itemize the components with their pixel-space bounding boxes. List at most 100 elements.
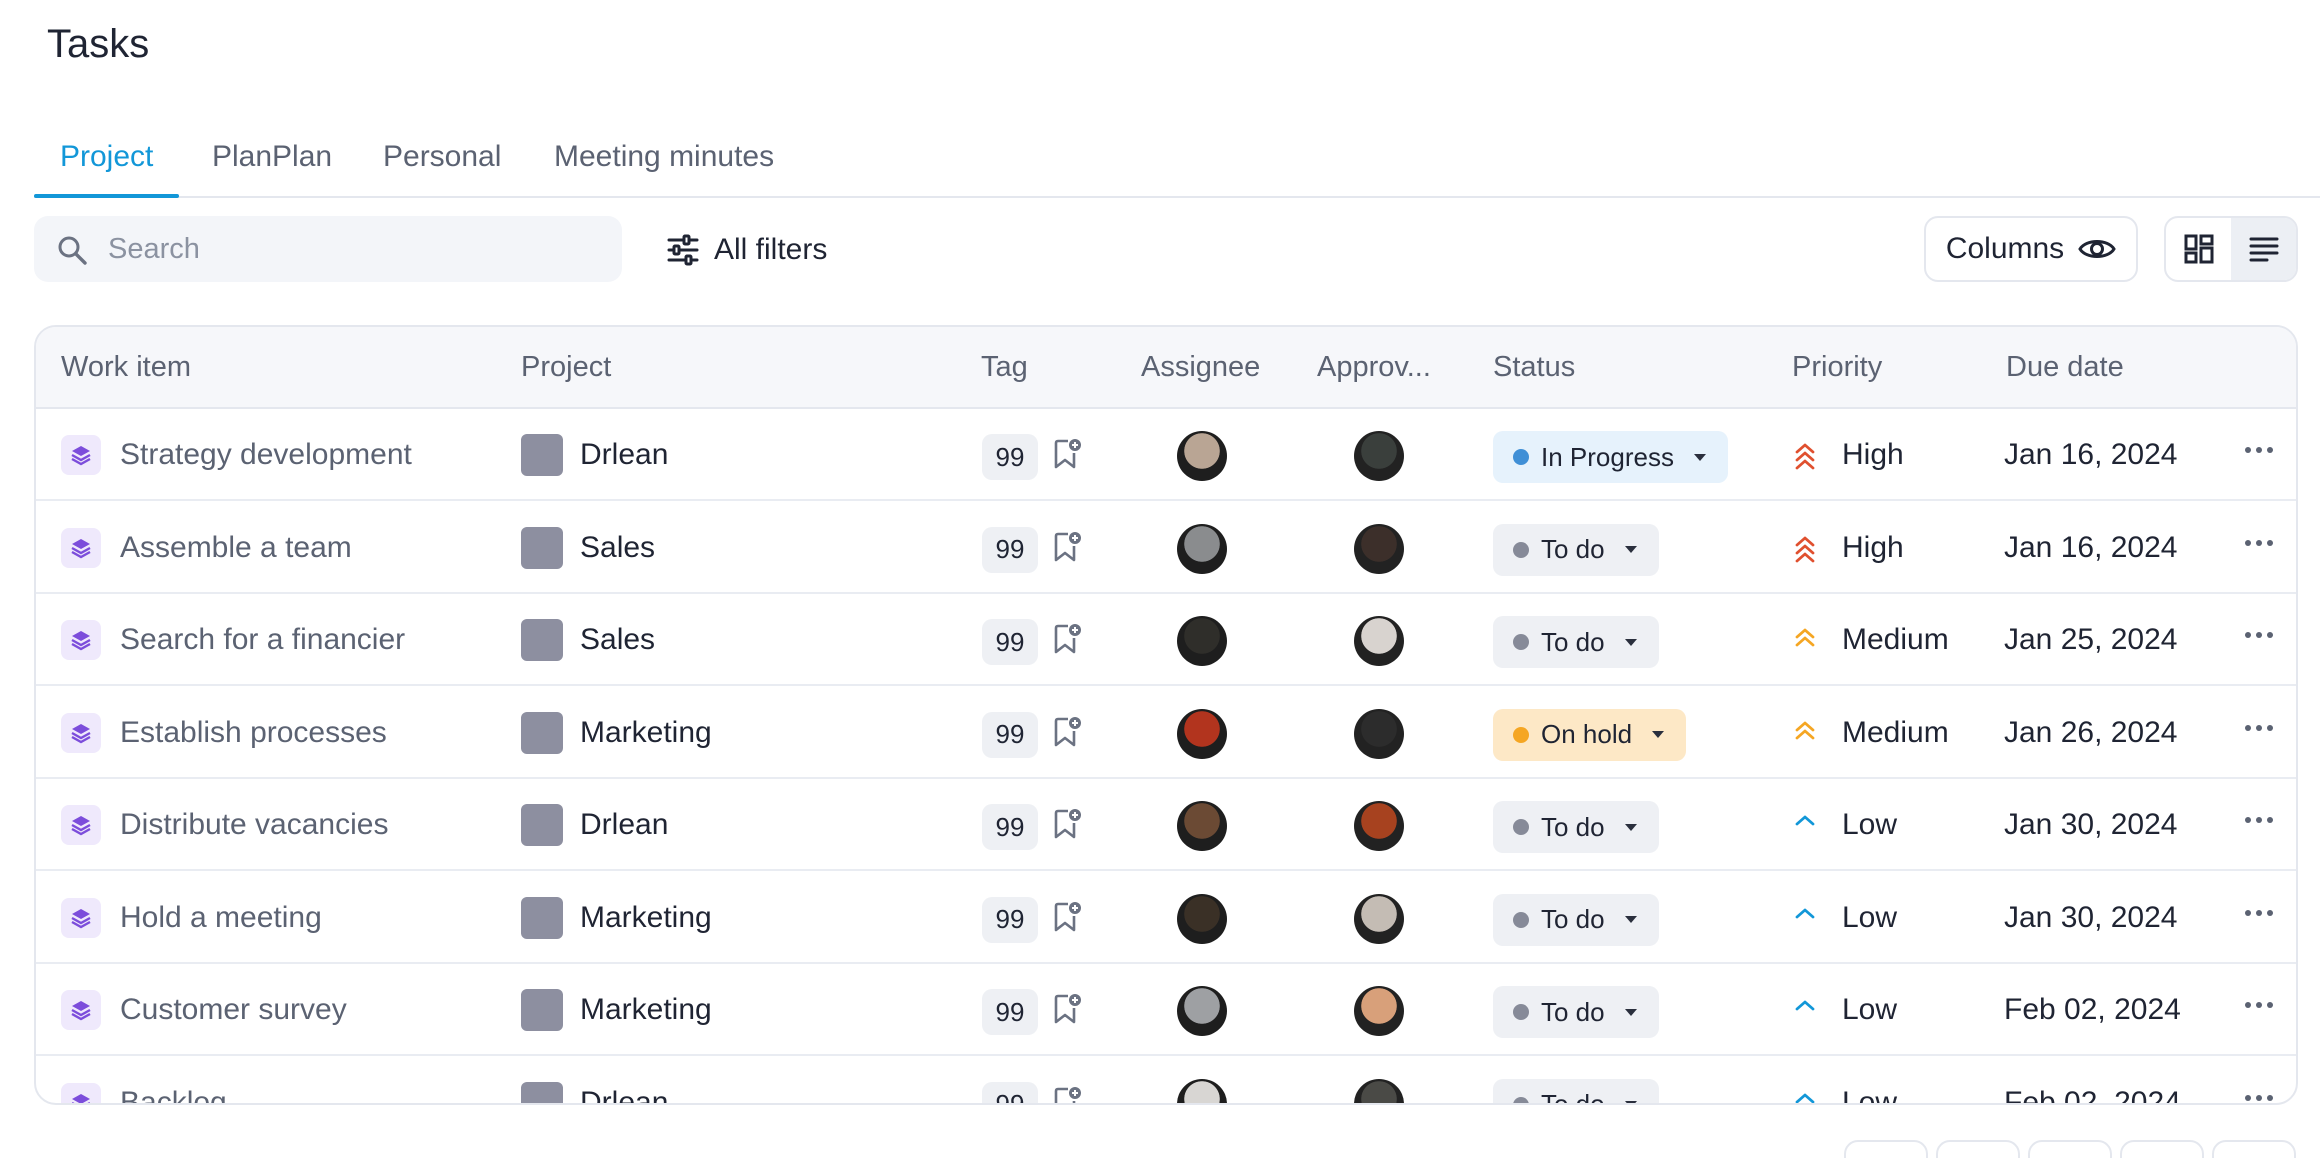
status-dropdown[interactable]: To do [1493,893,1659,946]
more-options-icon[interactable] [2244,998,2274,1016]
tag-count-badge[interactable]: 99 [982,896,1038,943]
col-tag[interactable]: Tag [981,351,1028,384]
add-tag-icon[interactable] [1052,900,1082,939]
pagination-next-button[interactable] [2212,1140,2296,1158]
table-row[interactable]: Assemble a team Sales 99 To do High Jan … [36,502,2296,594]
all-filters-button[interactable]: All filters [666,224,827,276]
status-dropdown[interactable]: To do [1493,801,1659,853]
tag-count-badge[interactable]: 99 [982,989,1038,1035]
more-options-icon[interactable] [2244,1091,2274,1104]
col-due-date[interactable]: Due date [2006,351,2124,384]
tab-project[interactable]: Project [33,140,180,198]
table-row[interactable]: Search for a financier Sales 99 To do Me… [36,594,2296,686]
add-tag-icon[interactable] [1052,715,1082,754]
status-dropdown[interactable]: To do [1493,616,1659,668]
add-tag-icon[interactable] [1052,807,1082,846]
tag-count-badge[interactable]: 99 [982,434,1038,480]
work-item-title[interactable]: Backlog [120,1057,227,1104]
approver-avatar[interactable] [1354,801,1404,851]
work-item-title[interactable]: Establish processes [120,687,387,779]
table-row[interactable]: Customer survey Marketing 99 To do Low F… [36,964,2296,1056]
work-item-title[interactable]: Search for a financier [120,594,405,686]
more-options-icon[interactable] [2244,813,2274,831]
due-date: Jan 16, 2024 [2004,438,2178,471]
status-dot [1513,911,1529,928]
caret-down-icon [1624,916,1637,923]
status-dropdown[interactable]: To do [1493,986,1659,1038]
list-view-button[interactable] [2231,218,2296,280]
more-options-icon[interactable] [2244,443,2274,461]
assignee-avatar[interactable] [1177,708,1227,759]
assignee-avatar[interactable] [1177,616,1227,666]
approver-avatar[interactable] [1354,708,1404,759]
more-options-icon[interactable] [2244,536,2274,554]
tag-count-badge[interactable]: 99 [982,619,1038,665]
tab-meeting-minutes[interactable]: Meeting minutes [554,140,774,196]
approver-avatar[interactable] [1354,893,1404,944]
add-tag-icon[interactable] [1052,1085,1082,1103]
table-row[interactable]: Distribute vacancies Drlean 99 To do Low… [36,779,2296,871]
approver-avatar[interactable] [1354,431,1404,481]
work-item-title[interactable]: Strategy development [120,409,412,501]
layers-icon [61,527,101,568]
search-input[interactable] [108,226,588,272]
assignee-avatar[interactable] [1177,431,1227,481]
add-tag-icon[interactable] [1052,622,1082,661]
more-options-icon[interactable] [2244,721,2274,739]
assignee-avatar[interactable] [1177,1078,1227,1103]
assignee-avatar[interactable] [1177,893,1227,944]
status-dropdown[interactable]: To do [1493,523,1659,576]
work-item-title[interactable]: Distribute vacancies [120,779,388,871]
pagination-page-button[interactable] [2028,1140,2112,1158]
col-work-item[interactable]: Work item [61,351,191,384]
status-dropdown[interactable]: On hold [1493,708,1687,761]
assignee-avatar[interactable] [1177,523,1227,574]
more-options-icon[interactable] [2244,628,2274,646]
status-dropdown[interactable]: To do [1493,1078,1659,1103]
tag-count-badge[interactable]: 99 [982,804,1038,850]
pagination-prev-button[interactable] [1844,1140,1928,1158]
col-status[interactable]: Status [1493,351,1575,384]
priority-label: Low [1842,993,1898,1026]
status-label: To do [1541,904,1605,934]
work-item-title[interactable]: Hold a meeting [120,872,322,964]
grid-view-button[interactable] [2166,218,2231,280]
approver-avatar[interactable] [1354,616,1404,666]
view-toggle [2164,216,2298,282]
pagination-page-button[interactable] [2120,1140,2204,1158]
add-tag-icon[interactable] [1052,530,1082,569]
status-dropdown[interactable]: In Progress [1493,431,1728,483]
tab-planplan[interactable]: PlanPlan [212,140,332,196]
pagination-page-button[interactable] [1936,1140,2020,1158]
col-project[interactable]: Project [521,351,611,384]
priority-high-icon [1794,532,1816,571]
approver-avatar[interactable] [1354,523,1404,574]
table-row[interactable]: Strategy development Drlean 99 In Progre… [36,409,2296,501]
work-item-title[interactable]: Customer survey [120,964,347,1056]
col-priority[interactable]: Priority [1792,351,1882,384]
tag-count-badge[interactable]: 99 [982,711,1038,758]
status-dot [1513,449,1529,465]
priority-label: Low [1842,1085,1898,1105]
layers-icon [61,620,101,660]
approver-avatar[interactable] [1354,986,1404,1036]
assignee-avatar[interactable] [1177,986,1227,1036]
work-item-title[interactable]: Assemble a team [120,502,352,594]
more-options-icon[interactable] [2244,906,2274,924]
assignee-avatar[interactable] [1177,801,1227,851]
list-icon [2249,237,2278,262]
add-tag-icon[interactable] [1052,437,1082,476]
approver-avatar[interactable] [1354,1078,1404,1103]
table-row[interactable]: Establish processes Marketing 99 On hold… [36,687,2296,779]
add-tag-icon[interactable] [1052,992,1082,1031]
col-approver[interactable]: Approv... [1317,351,1431,384]
tag-count-badge[interactable]: 99 [982,1081,1038,1103]
columns-button[interactable]: Columns [1924,216,2138,282]
col-assignee[interactable]: Assignee [1141,351,1260,384]
tab-personal[interactable]: Personal [383,140,501,196]
sliders-icon [667,234,699,266]
table-row[interactable]: Backlog Drlean 99 To do Low Feb 02, 2024 [36,1057,2296,1105]
project-name: Sales [580,530,656,564]
tag-count-badge[interactable]: 99 [982,526,1038,573]
table-row[interactable]: Hold a meeting Marketing 99 To do Low Ja… [36,872,2296,964]
